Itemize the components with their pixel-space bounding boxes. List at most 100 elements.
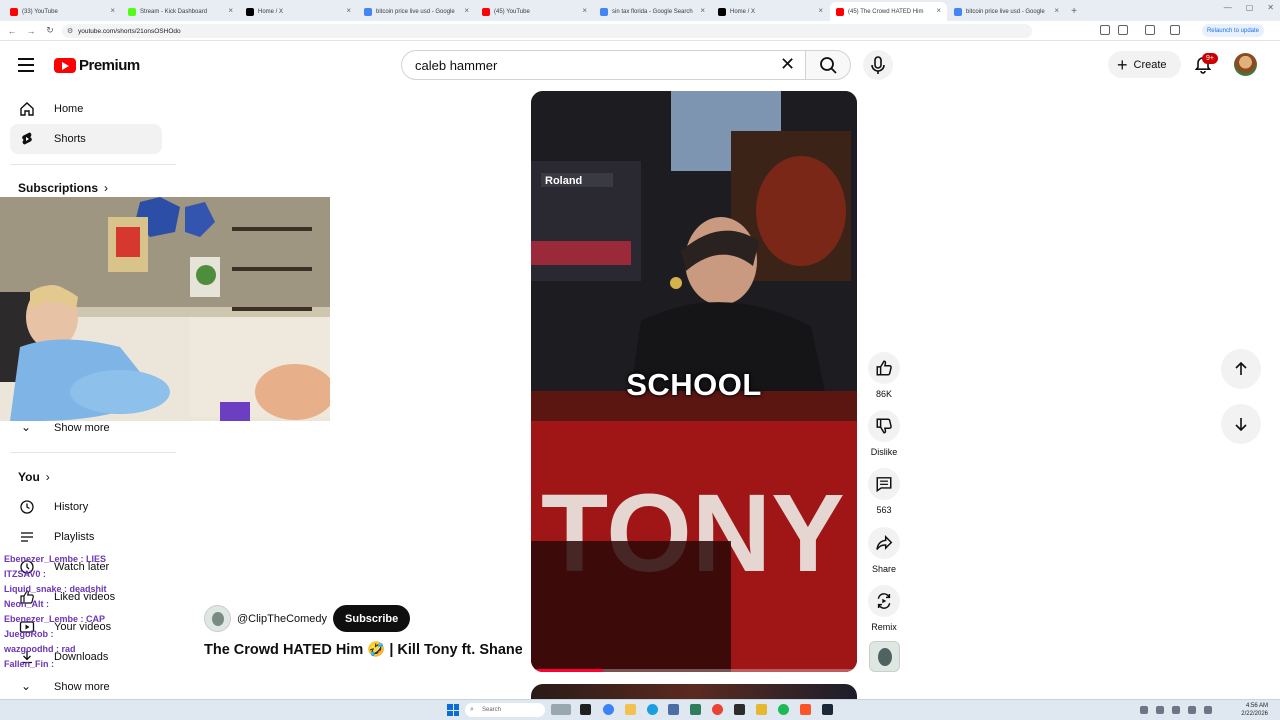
extension-icon[interactable] [1100, 25, 1110, 35]
new-tab-button[interactable]: + [1066, 2, 1082, 21]
sidebar-item-label: Home [54, 103, 84, 115]
site-info-icon[interactable]: ⚙ [67, 27, 73, 35]
share-label: Share [871, 564, 897, 574]
close-tab-icon[interactable]: × [1054, 6, 1059, 15]
close-tab-icon[interactable]: × [818, 6, 823, 15]
steam-icon[interactable] [822, 704, 833, 715]
copilot-icon[interactable] [603, 704, 614, 715]
comments-button[interactable] [868, 468, 900, 500]
sidebar-item-history[interactable]: History [10, 492, 162, 522]
tab-title: Stream - Kick Dashboard [140, 8, 208, 15]
like-button[interactable] [868, 352, 900, 384]
browser-tab[interactable]: Home / X × [240, 2, 357, 21]
minimize-icon[interactable]: — [1224, 3, 1232, 12]
tray-icon[interactable] [1156, 706, 1164, 714]
wifi-icon[interactable] [1172, 706, 1180, 714]
tab-title: bitcoin price live usd - Google [376, 8, 455, 15]
close-tab-icon[interactable]: × [228, 6, 233, 15]
voice-search-button[interactable] [863, 50, 893, 80]
windows-start-icon[interactable] [447, 704, 459, 716]
remix-icon [877, 593, 891, 609]
extension-icon[interactable] [1145, 25, 1155, 35]
channel-name[interactable]: @ClipTheComedy [237, 613, 327, 625]
sidebar-item-home[interactable]: Home [10, 94, 162, 124]
tab-title: Home / X [730, 8, 756, 15]
close-window-icon[interactable]: ✕ [1267, 3, 1274, 12]
you-heading[interactable]: You › [18, 470, 50, 484]
share-button[interactable] [868, 527, 900, 559]
forward-icon[interactable]: → [24, 26, 38, 36]
sidebar-show-more-you[interactable]: ⌄ Show more [10, 672, 162, 702]
subscribe-button[interactable]: Subscribe [333, 605, 411, 632]
sidebar-item-shorts[interactable]: Shorts [10, 124, 162, 154]
address-bar[interactable]: ⚙ youtube.com/shorts/21onsOSHOdo [62, 24, 1032, 38]
tab-favicon-icon [364, 8, 372, 16]
volume-icon[interactable] [1188, 706, 1196, 714]
chrome-icon[interactable] [712, 704, 723, 715]
battery-icon[interactable] [1204, 706, 1212, 714]
next-short-button[interactable] [1221, 404, 1261, 444]
taskbar-search[interactable]: ⌕ Search [465, 703, 545, 717]
chat-message: Fallen_Fin : [4, 659, 55, 669]
channel-avatar[interactable] [204, 605, 231, 632]
task-view-icon[interactable] [580, 704, 591, 715]
vlc-icon[interactable] [756, 704, 767, 715]
browser-tab[interactable]: bitcoin price live usd - Google × [948, 2, 1065, 21]
shorts-video-player[interactable]: Roland TONY SCHOOL [531, 91, 857, 672]
close-tab-icon[interactable]: × [346, 6, 351, 15]
browser-tab[interactable]: (45) The Crowd HATED Him × [830, 2, 947, 21]
remix-button[interactable] [868, 585, 900, 617]
app-icon[interactable] [690, 704, 701, 715]
subscriptions-heading[interactable]: Subscriptions › [18, 181, 108, 195]
thumbs-up-icon [876, 360, 892, 376]
relaunch-button[interactable]: Relaunch to update [1201, 24, 1264, 37]
bookmarks-icon[interactable] [1170, 25, 1180, 35]
browser-tab[interactable]: (33) YouTube × [4, 2, 121, 21]
browser-tab[interactable]: sin tax florida - Google Search × [594, 2, 711, 21]
shorts-icon [22, 132, 32, 145]
edge-icon[interactable] [647, 704, 658, 715]
back-icon[interactable]: ← [5, 26, 19, 36]
dislike-button[interactable] [868, 410, 900, 442]
close-tab-icon[interactable]: × [936, 6, 941, 15]
menu-icon[interactable] [18, 58, 34, 72]
previous-short-button[interactable] [1221, 349, 1261, 389]
store-icon[interactable] [668, 704, 679, 715]
comments-action: 563 [866, 468, 902, 515]
widgets-icon[interactable] [551, 704, 571, 715]
create-button[interactable]: + Create [1108, 51, 1181, 78]
browser-tab[interactable]: bitcoin price live usd - Google × [358, 2, 475, 21]
browser-tab[interactable]: Home / X × [712, 2, 829, 21]
maximize-icon[interactable]: ▢ [1246, 3, 1254, 12]
tray-icon[interactable] [1140, 706, 1148, 714]
short-title[interactable]: The Crowd HATED Him 🤣 | Kill Tony ft. Sh… [204, 641, 522, 658]
streamer-webcam-overlay [0, 197, 330, 421]
sidebar-item-label: Show more [54, 422, 110, 434]
dislike-label: Dislike [870, 447, 898, 457]
remix-action: Remix [866, 585, 902, 632]
obs-icon[interactable] [734, 704, 745, 715]
sound-source-avatar[interactable] [869, 641, 900, 672]
close-tab-icon[interactable]: × [464, 6, 469, 15]
search-button[interactable] [805, 50, 851, 80]
brave-icon[interactable] [800, 704, 811, 715]
sidebar-item-playlists[interactable]: Playlists [10, 522, 162, 552]
account-avatar[interactable] [1234, 53, 1257, 76]
youtube-logo[interactable]: Premium [54, 57, 140, 74]
chat-message: JuegoRob : [4, 629, 54, 639]
taskbar-clock[interactable]: 4:56 AM 2/22/2026 [1228, 702, 1268, 718]
browser-tab[interactable]: (45) YouTube × [476, 2, 593, 21]
spotify-icon[interactable] [778, 704, 789, 715]
clock-time: 4:56 AM [1245, 703, 1268, 709]
extension-icon[interactable] [1118, 25, 1128, 35]
reload-icon[interactable]: ↻ [43, 25, 57, 36]
close-tab-icon[interactable]: × [582, 6, 587, 15]
clear-search-icon[interactable]: ✕ [780, 54, 795, 74]
close-tab-icon[interactable]: × [110, 6, 115, 15]
search-input[interactable]: caleb hammer [401, 50, 805, 80]
browser-tab[interactable]: Stream - Kick Dashboard × [122, 2, 239, 21]
video-progress-bar[interactable] [531, 669, 857, 672]
arrow-down-icon [1235, 418, 1247, 432]
close-tab-icon[interactable]: × [700, 6, 705, 15]
file-explorer-icon[interactable] [625, 704, 636, 715]
